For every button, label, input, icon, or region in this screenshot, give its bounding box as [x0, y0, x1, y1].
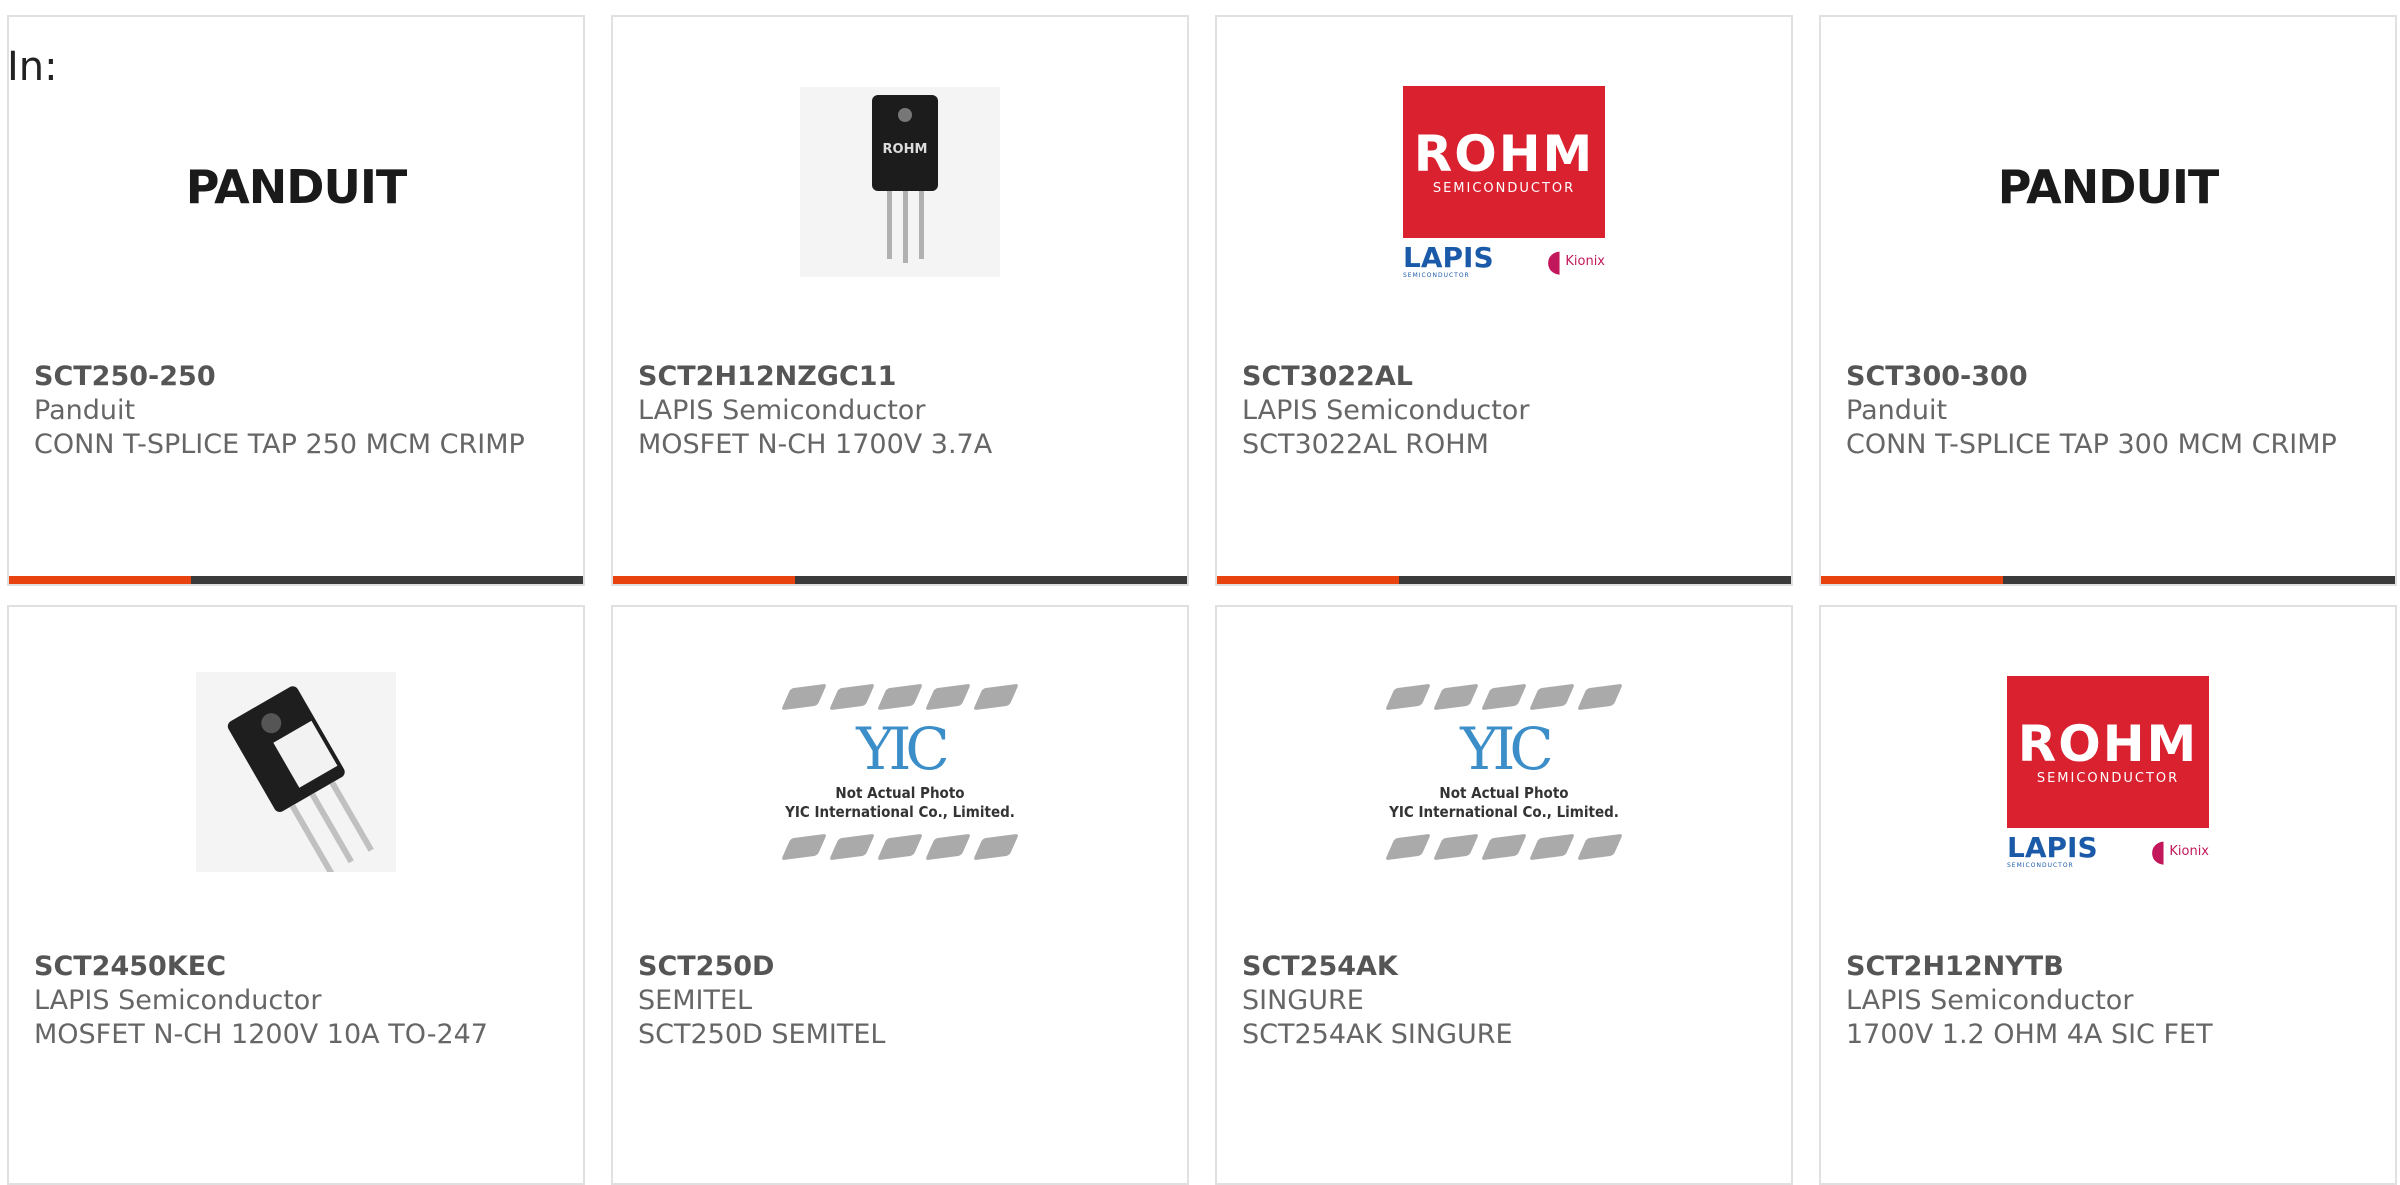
yic-caption-1: Not Actual Photo [1439, 784, 1569, 802]
part-number[interactable]: SCT254AK [1242, 950, 1771, 984]
product-image[interactable]: ROHM [613, 17, 1187, 347]
kionix-wordmark: Kionix [1565, 253, 1605, 269]
product-image[interactable] [9, 607, 583, 937]
part-number[interactable]: SCT3022AL [1242, 360, 1771, 394]
card-bar-accent [1217, 576, 1399, 584]
lapis-wordmark: LAPIS [1403, 240, 1494, 274]
rohm-wordmark: ROHM [1413, 125, 1595, 183]
panduit-logo: PANDUIT [185, 160, 408, 214]
yic-placeholder: YIC Not Actual Photo YIC International C… [1385, 683, 1623, 861]
product-card[interactable]: ROHM SEMICONDUCTOR LAPIS SEMICONDUCTOR ◖… [1215, 15, 1793, 586]
product-card[interactable]: PANDUIT SCT300-300 Panduit CONN T-SPLICE… [1819, 15, 2397, 586]
product-image[interactable]: PANDUIT [9, 17, 583, 347]
lapis-wordmark: LAPIS [2007, 830, 2098, 864]
card-bar [9, 576, 583, 584]
filter-label: In: [7, 44, 58, 90]
rohm-wordmark: ROHM [2017, 715, 2199, 773]
rohm-logo: ROHM SEMICONDUCTOR LAPIS SEMICONDUCTOR ◖… [2007, 675, 2209, 869]
description: SCT250D SEMITEL [638, 1019, 886, 1050]
yic-caption-1: Not Actual Photo [835, 784, 965, 802]
to-package-photo: ROHM [800, 87, 1000, 277]
part-number[interactable]: SCT250-250 [34, 360, 563, 394]
card-bar-accent [613, 576, 795, 584]
part-number[interactable]: SCT2H12NYTB [1846, 950, 2375, 984]
product-image[interactable]: YIC Not Actual Photo YIC International C… [613, 607, 1187, 937]
panduit-logo: PANDUIT [1997, 160, 2220, 214]
product-image[interactable]: ROHM SEMICONDUCTOR LAPIS SEMICONDUCTOR ◖… [1821, 607, 2395, 937]
description: SCT254AK SINGURE [1242, 1019, 1513, 1050]
description: CONN T-SPLICE TAP 300 MCM CRIMP [1846, 429, 2337, 460]
card-bar [1217, 576, 1791, 584]
product-card[interactable]: ROHM SCT2H12NZGC11 LAPIS Semiconductor M… [611, 15, 1189, 586]
manufacturer: Panduit [34, 395, 136, 426]
product-card[interactable]: SCT2450KEC LAPIS Semiconductor MOSFET N-… [7, 605, 585, 1185]
card-bar-accent [9, 576, 191, 584]
manufacturer: SEMITEL [638, 985, 753, 1016]
to247-photo [196, 672, 396, 872]
yic-caption-2: YIC International Co., Limited. [785, 803, 1015, 821]
product-image[interactable]: PANDUIT [1821, 17, 2395, 347]
description: 1700V 1.2 OHM 4A SIC FET [1846, 1019, 2213, 1050]
yic-logo: YIC [1460, 715, 1554, 783]
product-card[interactable]: YIC Not Actual Photo YIC International C… [1215, 605, 1793, 1185]
product-image[interactable]: ROHM SEMICONDUCTOR LAPIS SEMICONDUCTOR ◖… [1217, 17, 1791, 347]
package-marking: ROHM [883, 142, 928, 157]
product-card[interactable]: ROHM SEMICONDUCTOR LAPIS SEMICONDUCTOR ◖… [1819, 605, 2397, 1185]
part-number[interactable]: SCT250D [638, 950, 1167, 984]
manufacturer: LAPIS Semiconductor [34, 985, 322, 1016]
manufacturer: LAPIS Semiconductor [638, 395, 926, 426]
rohm-subtitle: SEMICONDUCTOR [2036, 771, 2180, 786]
yic-caption-2: YIC International Co., Limited. [1389, 803, 1619, 821]
product-card[interactable]: PANDUIT SCT250-250 Panduit CONN T-SPLICE… [7, 15, 585, 586]
description: MOSFET N-CH 1700V 3.7A [638, 429, 993, 460]
kionix-icon: ◖ [2150, 833, 2167, 869]
manufacturer: LAPIS Semiconductor [1846, 985, 2134, 1016]
yic-placeholder: YIC Not Actual Photo YIC International C… [781, 683, 1019, 861]
card-bar [613, 576, 1187, 584]
card-bar-accent [1821, 576, 2003, 584]
product-image[interactable]: YIC Not Actual Photo YIC International C… [1217, 607, 1791, 937]
card-bar [1821, 576, 2395, 584]
manufacturer: SINGURE [1242, 985, 1364, 1016]
description: MOSFET N-CH 1200V 10A TO-247 [34, 1019, 488, 1050]
manufacturer: Panduit [1846, 395, 1948, 426]
part-number[interactable]: SCT300-300 [1846, 360, 2375, 394]
rohm-subtitle: SEMICONDUCTOR [1432, 181, 1576, 196]
part-number[interactable]: SCT2450KEC [34, 950, 563, 984]
kionix-icon: ◖ [1546, 243, 1563, 279]
description: CONN T-SPLICE TAP 250 MCM CRIMP [34, 429, 525, 460]
product-card[interactable]: YIC Not Actual Photo YIC International C… [611, 605, 1189, 1185]
manufacturer: LAPIS Semiconductor [1242, 395, 1530, 426]
description: SCT3022AL ROHM [1242, 429, 1489, 460]
part-number[interactable]: SCT2H12NZGC11 [638, 360, 1167, 394]
yic-logo: YIC [856, 715, 950, 783]
kionix-wordmark: Kionix [2169, 843, 2209, 859]
rohm-logo: ROHM SEMICONDUCTOR LAPIS SEMICONDUCTOR ◖… [1403, 85, 1605, 279]
